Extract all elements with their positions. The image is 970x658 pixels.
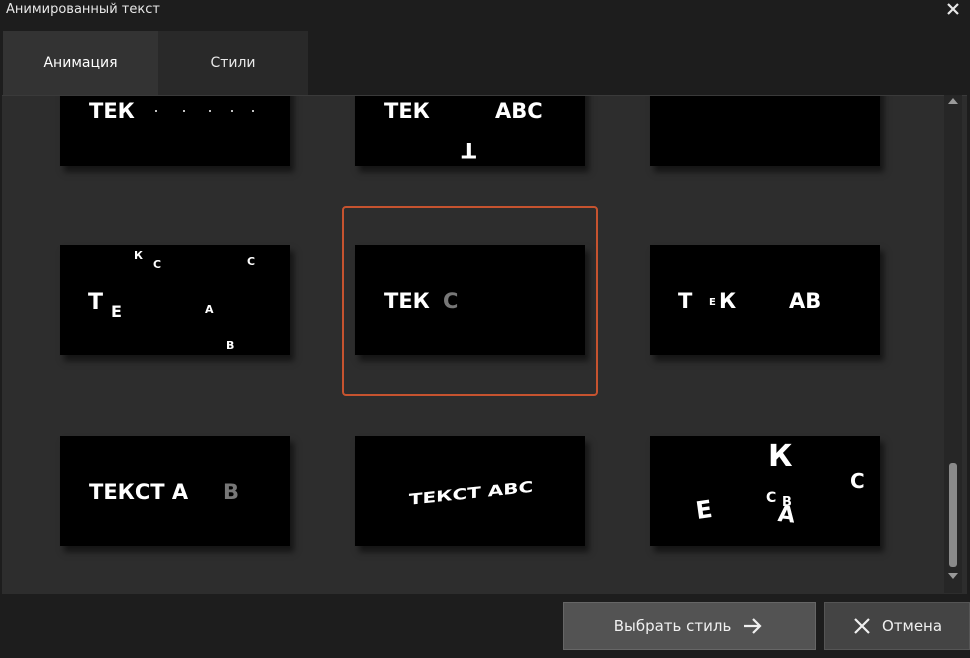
preset-text: С	[850, 469, 865, 493]
preset-preview: ТЕКСТ АВС	[409, 479, 533, 509]
preset-text: АВС	[495, 99, 543, 123]
preset-text: С	[153, 258, 161, 271]
cancel-button[interactable]: Отмена	[824, 602, 970, 650]
preset-text: Е	[111, 302, 122, 321]
preset-preview: ТЕК	[89, 99, 254, 123]
close-icon	[947, 3, 959, 15]
preset-preview: ТЕК АВС Т	[384, 99, 543, 162]
tab-styles[interactable]: Стили	[158, 31, 308, 95]
preset-card[interactable]: ТЕК	[60, 96, 290, 166]
preset-card[interactable]: К С С Т Е А В	[60, 245, 290, 355]
scrollbar-thumb[interactable]	[949, 463, 957, 567]
scroll-up-arrow-icon[interactable]	[948, 98, 958, 104]
vertical-scrollbar[interactable]	[944, 95, 962, 593]
preset-text: К	[719, 289, 736, 313]
title-bar: Анимированный текст	[0, 0, 970, 28]
preset-card[interactable]: ТЕК АВС Т	[355, 96, 585, 166]
preset-text: ТЕКСТ А	[89, 480, 189, 504]
preset-text: А	[777, 502, 797, 529]
preset-text: А	[205, 303, 214, 316]
preset-card[interactable]: ТЕКСТ А В	[60, 436, 290, 546]
preset-text: В	[223, 480, 239, 504]
preset-preview: К С С Т Е А В	[88, 249, 255, 352]
choose-style-button[interactable]: Выбрать стиль	[563, 602, 816, 650]
window-title: Анимированный текст	[6, 2, 160, 17]
preset-card[interactable]: ТЕКСТ АВС	[355, 436, 585, 546]
preset-text: Т	[678, 289, 693, 313]
scroll-down-arrow-icon[interactable]	[948, 573, 958, 579]
preset-text: ТЕК	[384, 99, 430, 123]
preset-text: К	[768, 439, 793, 474]
selected-preset-highlight	[342, 206, 598, 396]
arrow-right-icon	[744, 618, 762, 634]
preset-text: Т	[461, 138, 476, 162]
preset-text: ТЕК	[89, 99, 135, 123]
window-close-button[interactable]	[942, 0, 964, 22]
preset-text: Т	[88, 290, 103, 315]
preset-text: К	[134, 249, 143, 262]
preset-text: С	[247, 255, 255, 268]
preset-text: ТЕКСТ АВС	[409, 479, 533, 509]
preset-preview: ТЕКСТ А В	[89, 480, 239, 504]
choose-style-label: Выбрать стиль	[613, 617, 732, 635]
preset-card[interactable]	[650, 95, 880, 166]
tab-animation[interactable]: Анимация	[3, 31, 158, 95]
preset-text: АВ	[789, 289, 821, 313]
preset-text: Е	[709, 297, 716, 308]
preset-preview	[650, 95, 880, 166]
preset-grid: ТЕК ТЕК АВС Т К С С Т Е А В ТЕК С Т Е К …	[2, 95, 967, 594]
preset-preview: Т Е К АВ	[678, 289, 821, 313]
preset-preview: К С С В Е А	[694, 439, 865, 529]
cancel-label: Отмена	[881, 617, 943, 635]
preset-text: С	[766, 490, 776, 506]
close-icon	[854, 618, 870, 634]
preset-text: Е	[694, 495, 714, 525]
preset-card[interactable]: Т Е К АВ	[650, 245, 880, 355]
preset-text: В	[226, 339, 234, 352]
preset-card[interactable]: К С С В Е А	[650, 436, 880, 546]
